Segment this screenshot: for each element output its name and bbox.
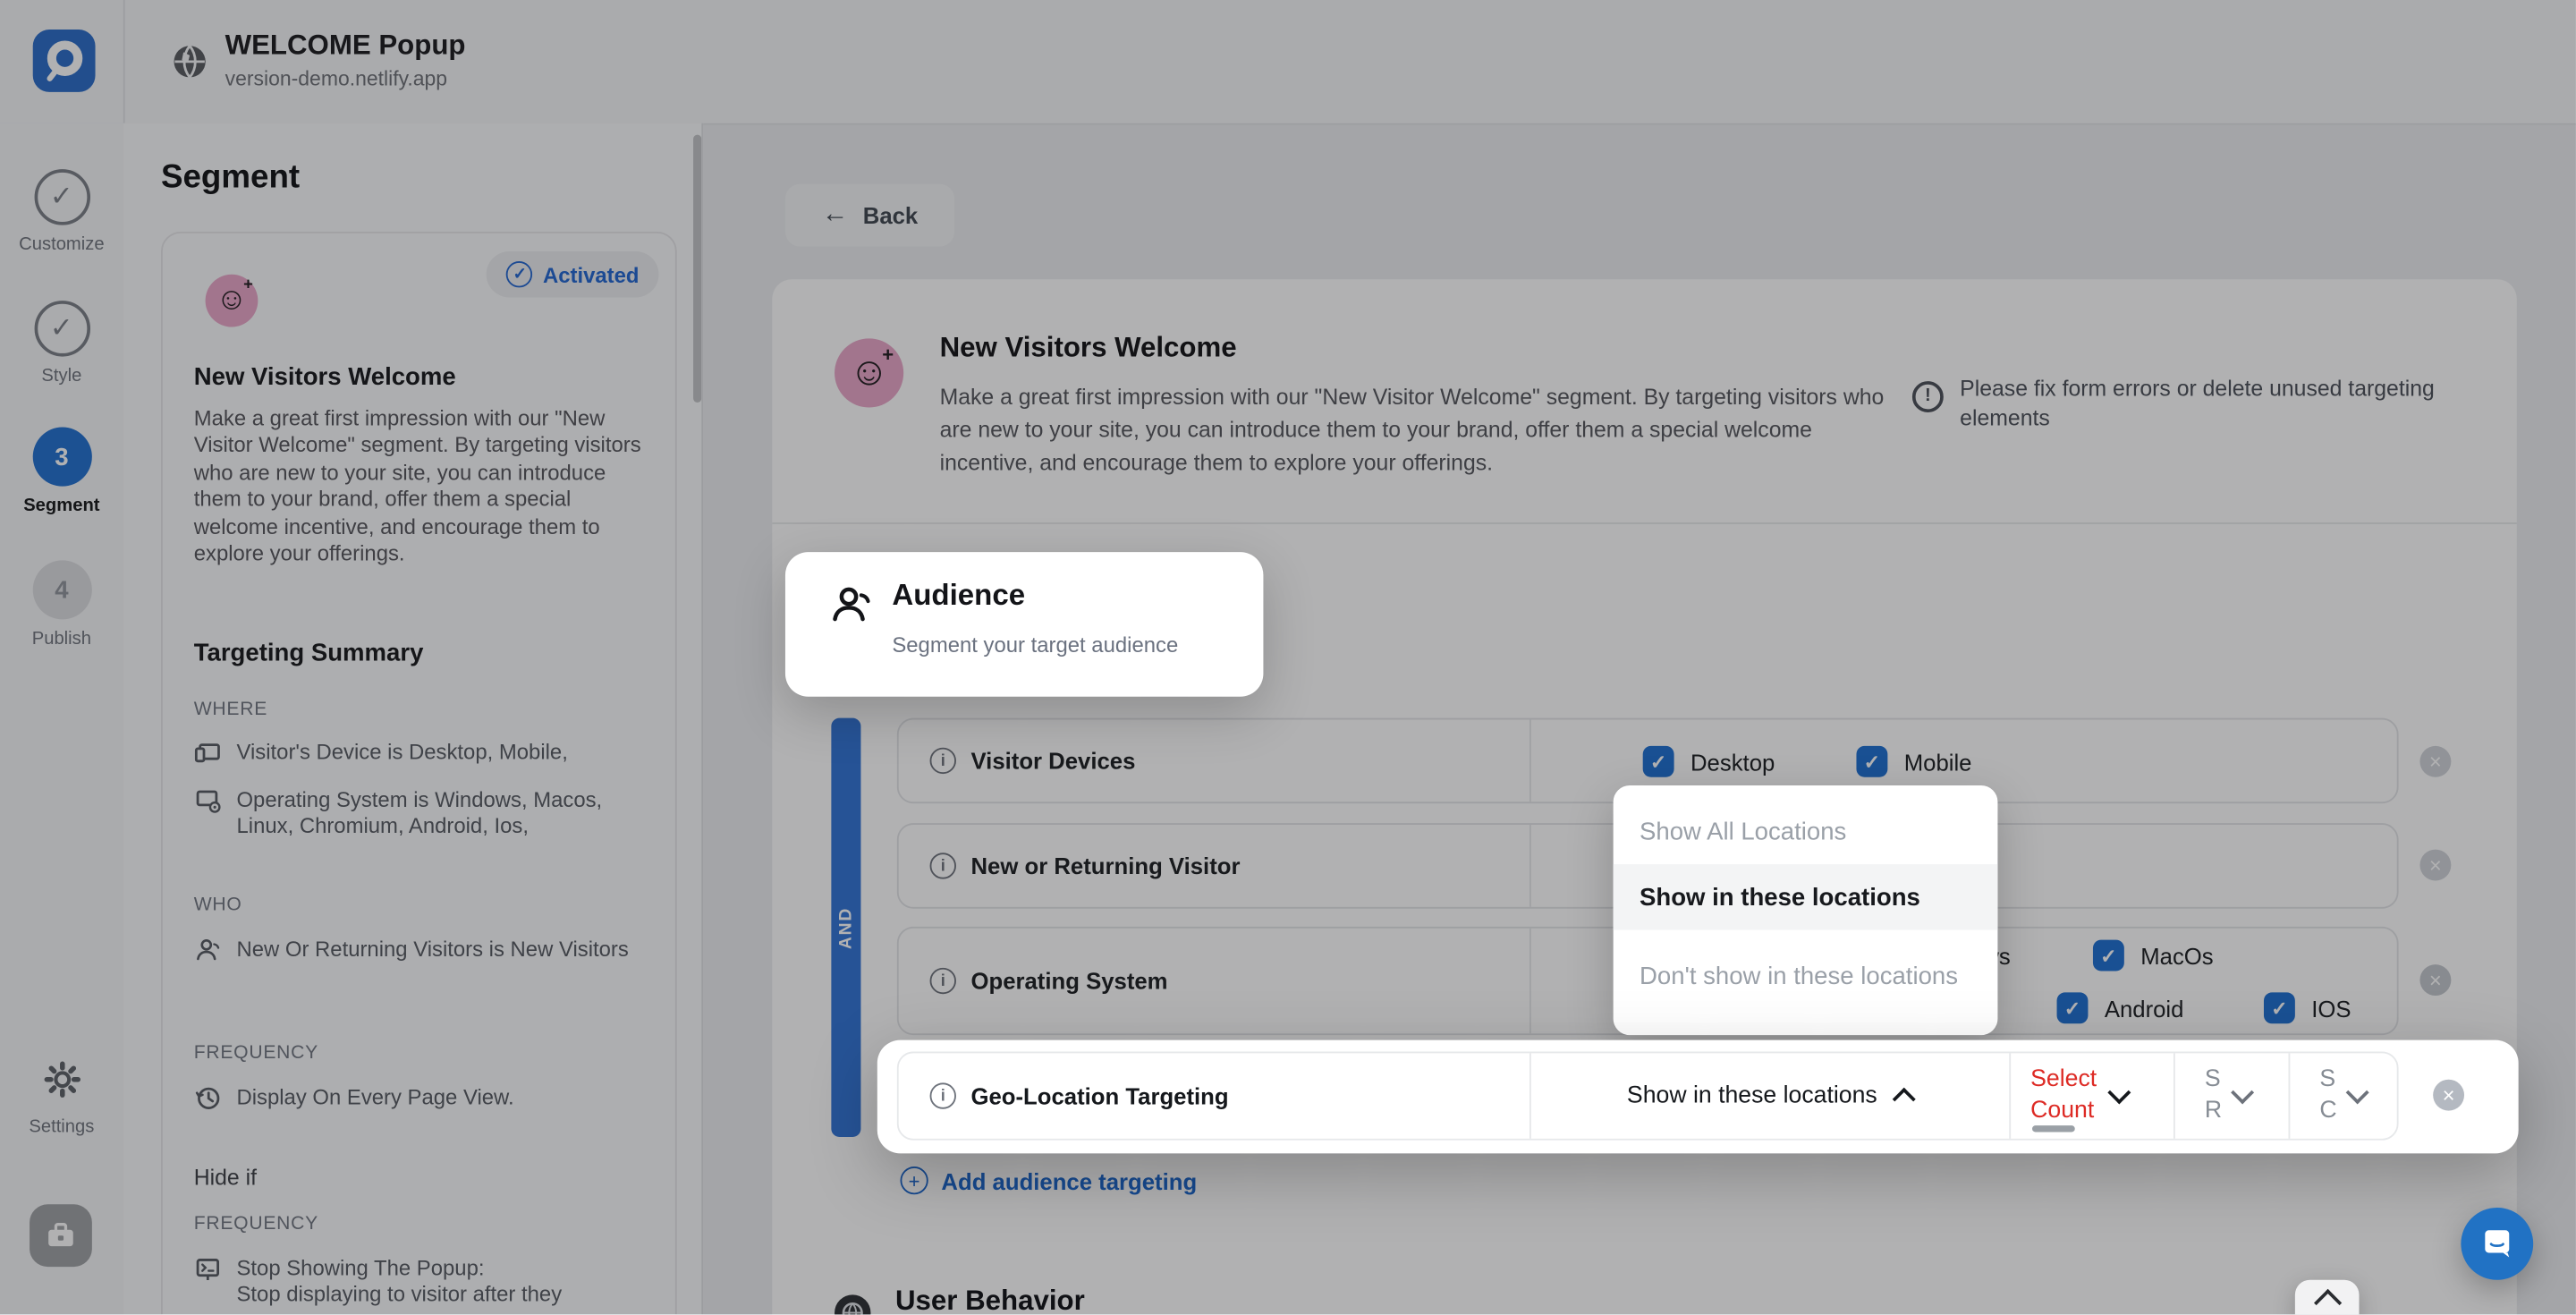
horizontal-scrollbar-thumb[interactable] bbox=[2031, 1125, 2075, 1133]
chat-widget-button[interactable] bbox=[2461, 1207, 2534, 1280]
scroll-to-top-button[interactable] bbox=[2294, 1279, 2360, 1315]
info-icon[interactable]: i bbox=[929, 1082, 956, 1109]
country-select[interactable]: Select Count bbox=[2009, 1053, 2174, 1139]
location-mode-dropdown: Show All Locations Show in these locatio… bbox=[1613, 785, 1998, 1036]
chevron-down-icon bbox=[2107, 1081, 2131, 1105]
city-select[interactable]: SC bbox=[2289, 1053, 2401, 1139]
chevron-down-icon bbox=[2346, 1081, 2370, 1105]
audience-tour-card: Audience Segment your target audience bbox=[784, 552, 1264, 697]
region-select[interactable]: SR bbox=[2174, 1053, 2289, 1139]
audience-card-subtitle: Segment your target audience bbox=[892, 632, 1179, 658]
row-label: i Geo-Location Targeting bbox=[929, 1053, 1229, 1139]
geo-location-highlight-card: i Geo-Location Targeting Show in these l… bbox=[877, 1039, 2519, 1154]
dropdown-option-dont-show[interactable]: Don't show in these locations bbox=[1614, 930, 1998, 1022]
remove-row-button[interactable]: × bbox=[2433, 1079, 2465, 1111]
chevron-up-icon bbox=[1892, 1087, 1916, 1111]
chevron-down-icon bbox=[2231, 1081, 2255, 1105]
app-window: WELCOME Popup version-demo.netlify.app ✓… bbox=[0, 0, 2576, 1315]
audience-people-icon bbox=[833, 587, 870, 622]
location-mode-select[interactable]: Show in these locations bbox=[1530, 1053, 2009, 1139]
dropdown-option-show-all[interactable]: Show All Locations bbox=[1614, 799, 1998, 864]
chat-bubble-icon bbox=[2485, 1230, 2510, 1258]
dropdown-option-show-in[interactable]: Show in these locations bbox=[1613, 864, 1998, 930]
targeting-row-geo-location: i Geo-Location Targeting Show in these l… bbox=[896, 1051, 2401, 1141]
chevron-up-icon bbox=[2313, 1288, 2342, 1315]
audience-card-title: Audience bbox=[892, 578, 1026, 612]
